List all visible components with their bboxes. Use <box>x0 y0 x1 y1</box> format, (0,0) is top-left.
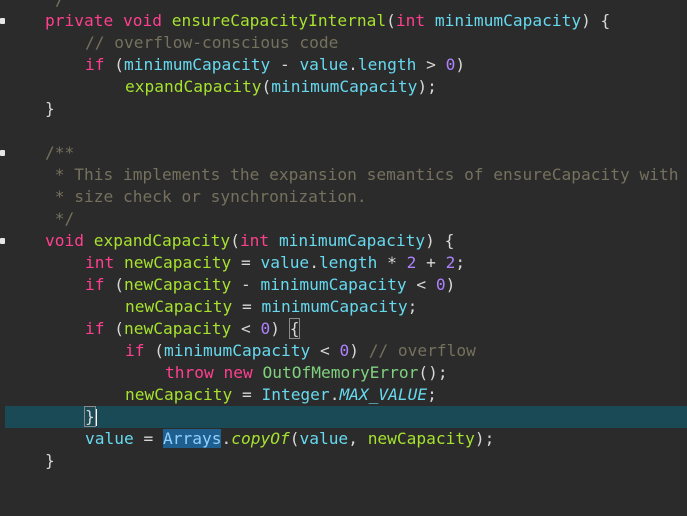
current-code-line[interactable]: } <box>5 406 687 428</box>
identifier: minimumCapacity <box>271 77 418 96</box>
identifier: newCapacity <box>124 275 232 294</box>
code-comment: // overflow <box>368 341 476 360</box>
keyword-if: if <box>85 275 105 294</box>
keyword-void: void <box>122 11 162 30</box>
doc-comment-open: /** <box>45 143 75 162</box>
identifier: value <box>85 429 134 448</box>
number-literal: 0 <box>435 275 446 294</box>
if-statement: if (newCapacity - minimumCapacity < 0) <box>85 275 456 294</box>
selected-class-name[interactable]: Arrays <box>162 429 222 448</box>
fold-marker-icon[interactable] <box>0 238 5 244</box>
keyword-int: int <box>239 231 270 250</box>
identifier: value <box>260 253 310 272</box>
identifier: newCapacity <box>125 385 233 404</box>
code-line[interactable]: } <box>5 450 687 472</box>
code-line[interactable]: if (newCapacity < 0) { <box>5 318 687 340</box>
code-line[interactable]: void expandCapacity(int minimumCapacity)… <box>0 230 687 252</box>
closing-brace: } <box>45 99 55 118</box>
keyword-void: void <box>45 231 84 250</box>
assignment: newCapacity = minimumCapacity; <box>125 297 418 316</box>
keyword-private: private <box>45 11 114 30</box>
if-statement: if (minimumCapacity < 0) // overflow <box>125 341 476 360</box>
class-name: Integer <box>261 385 330 404</box>
static-method: copyOf <box>231 429 290 448</box>
code-line[interactable]: expandCapacity(minimumCapacity); <box>5 76 687 98</box>
doc-comment-line: * size check or synchronization. <box>45 187 367 206</box>
identifier: newCapacity <box>124 319 232 338</box>
keyword-throw: throw <box>165 363 214 382</box>
code-line[interactable]: } <box>5 98 687 120</box>
code-line[interactable]: if (newCapacity - minimumCapacity < 0) <box>5 274 687 296</box>
code-line[interactable]: throw new OutOfMemoryError(); <box>5 362 687 384</box>
identifier: newCapacity <box>125 297 233 316</box>
fold-marker-icon[interactable] <box>0 150 5 156</box>
code-line[interactable]: private void ensureCapacityInternal(int … <box>0 10 687 32</box>
number-literal: 2 <box>445 253 456 272</box>
keyword-new: new <box>223 363 253 382</box>
identifier: length <box>318 253 378 272</box>
method-name: expandCapacity <box>93 231 231 250</box>
code-line[interactable]: // overflow-conscious code <box>5 32 687 54</box>
number-literal: 0 <box>339 341 350 360</box>
identifier: value <box>299 55 349 74</box>
doc-comment-close: */ <box>45 209 75 228</box>
method-call: expandCapacity(minimumCapacity); <box>125 77 437 96</box>
code-line[interactable]: */ <box>5 208 687 230</box>
code-line[interactable]: newCapacity = minimumCapacity; <box>5 296 687 318</box>
local-variable: newCapacity <box>124 253 232 272</box>
code-line[interactable]: * This implements the expansion semantic… <box>5 164 687 186</box>
code-line[interactable]: if (minimumCapacity < 0) // overflow <box>5 340 687 362</box>
keyword-int: int <box>395 11 426 30</box>
declaration: int newCapacity = value.length * 2 + 2; <box>85 253 466 272</box>
param-name: minimumCapacity <box>434 11 582 30</box>
class-name: OutOfMemoryError <box>262 363 419 382</box>
identifier: minimumCapacity <box>124 55 271 74</box>
assignment: newCapacity = Integer.MAX_VALUE; <box>125 385 437 404</box>
code-line[interactable]: newCapacity = Integer.MAX_VALUE; <box>5 384 687 406</box>
code-comment: // overflow-conscious code <box>85 33 339 52</box>
closing-brace: } <box>84 406 97 427</box>
code-line[interactable]: int newCapacity = value.length * 2 + 2; <box>5 252 687 274</box>
number-literal: 2 <box>406 253 417 272</box>
method-name: ensureCapacityInternal <box>171 11 387 30</box>
assignment: value = Arrays.copyOf(value, newCapacity… <box>85 429 495 448</box>
if-statement: if (newCapacity < 0) { <box>85 318 301 339</box>
keyword-int: int <box>85 253 115 272</box>
code-line[interactable]: /** <box>0 142 687 164</box>
param-name: minimumCapacity <box>278 231 426 250</box>
if-statement: if (minimumCapacity - value.length > 0) <box>85 55 466 74</box>
number-literal: 0 <box>260 319 271 338</box>
doc-comment-line: * This implements the expansion semantic… <box>45 165 679 184</box>
keyword-if: if <box>125 341 145 360</box>
method-call-name: expandCapacity <box>125 77 262 96</box>
identifier: length <box>357 55 417 74</box>
closing-brace: } <box>45 451 55 470</box>
method-signature: private void ensureCapacityInternal(int … <box>45 11 611 30</box>
identifier: minimumCapacity <box>261 297 408 316</box>
fold-marker-icon[interactable] <box>0 18 5 24</box>
throw-statement: throw new OutOfMemoryError(); <box>165 363 448 382</box>
identifier: minimumCapacity <box>260 275 407 294</box>
keyword-if: if <box>85 55 105 74</box>
code-line[interactable]: value = Arrays.copyOf(value, newCapacity… <box>5 428 687 450</box>
constant: MAX_VALUE <box>339 385 428 404</box>
method-signature: void expandCapacity(int minimumCapacity)… <box>45 231 455 250</box>
code-line[interactable]: if (minimumCapacity - value.length > 0) <box>5 54 687 76</box>
keyword-if: if <box>85 319 105 338</box>
number-literal: 0 <box>445 55 456 74</box>
identifier: minimumCapacity <box>164 341 311 360</box>
identifier: value <box>299 429 349 448</box>
text-cursor <box>95 409 97 426</box>
code-line[interactable]: * size check or synchronization. <box>5 186 687 208</box>
identifier: newCapacity <box>367 429 475 448</box>
